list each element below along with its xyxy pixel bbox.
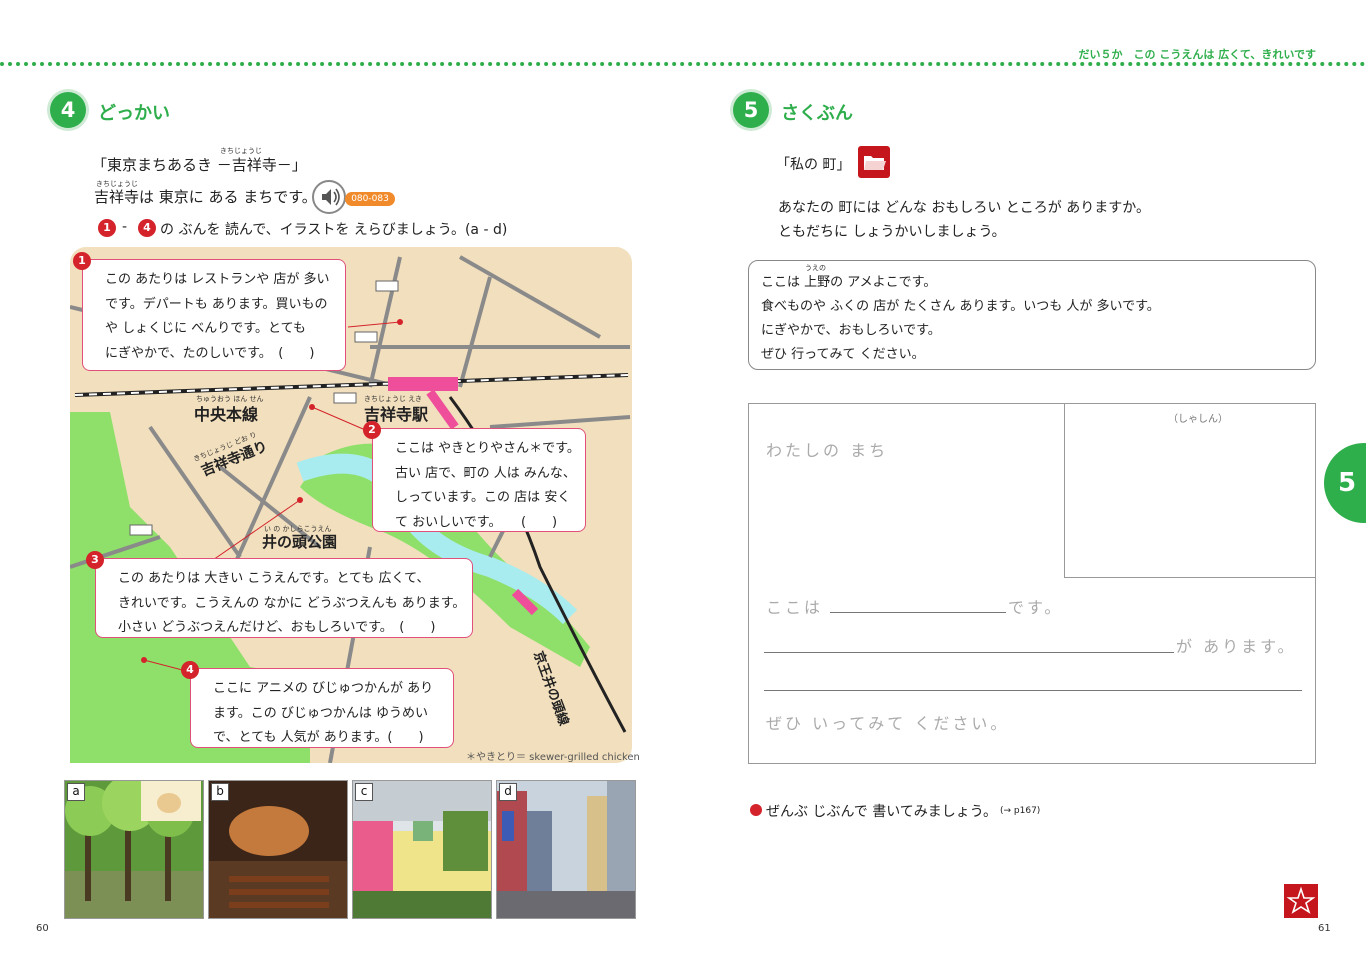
bullet-dot xyxy=(750,804,762,816)
running-head: だい５か この こうえんは 広くて、きれいです xyxy=(1078,48,1316,61)
callout-4-line: で、とても 人気が あります。( ) xyxy=(213,730,424,745)
sample-essay-box: うえの ここは 上野の アメよこです。 食べものや ふくの 店が たくさん あり… xyxy=(748,260,1316,370)
page-number-left: 60 xyxy=(36,923,49,934)
callout-1-line: にぎやかで、たのしいです。 ( ) xyxy=(105,345,315,361)
photo-slot-label: （しゃしん） xyxy=(1168,414,1228,425)
callout-4-line: ここに アニメの びじゅつかんが あり xyxy=(213,681,434,696)
sample-line: にぎやかで、おもしろいです。 xyxy=(761,323,941,338)
header-dotted-rule xyxy=(0,62,1366,66)
form-line-2-end: が あります。 xyxy=(1176,637,1297,656)
photo-d[interactable]: d xyxy=(496,780,636,919)
callout-2-line: て おいしいです。 ( ) xyxy=(395,514,558,530)
section-4-title: どっかい xyxy=(98,103,170,124)
callout-4-line: ます。この びじゅつかんは ゆうめい xyxy=(213,705,428,721)
photo-a[interactable]: a xyxy=(64,780,204,919)
section-5-badge: 5 xyxy=(733,92,769,128)
photo-c-label: c xyxy=(355,783,373,801)
speaker-glyph xyxy=(322,188,340,206)
park-label: 井の頭公園 xyxy=(262,533,338,551)
form-line-1-start: ここは xyxy=(766,598,824,617)
callout-1-num: 1 xyxy=(73,252,91,270)
instruction-num-1: 1 xyxy=(98,219,116,237)
section-4-badge: 4 xyxy=(50,92,86,128)
callout-2: 2 ここは やきとりやさん＊です。 古い 店で、町の 人は みんな、 しっていま… xyxy=(363,421,586,532)
sample-line: ぜひ 行ってみて ください。 xyxy=(761,347,925,362)
reading-title: 「東京まちあるき －吉祥寺－」 xyxy=(92,156,307,174)
essay-title: 「私の 町」 xyxy=(776,157,851,173)
callout-3-line: 小さい どうぶつえんだけど、おもしろいです。 ( ) xyxy=(118,620,436,635)
prompt-line-1: あなたの 町には どんな おもしろい ところが ありますか。 xyxy=(778,200,1150,216)
form-blank-line-3[interactable] xyxy=(764,690,1302,691)
callout-3: 3 この あたりは 大きい こうえんです。とても 広くて、 きれいです。こうえん… xyxy=(86,551,473,638)
instruction-num-4: 4 xyxy=(138,219,156,237)
yakitori-image xyxy=(209,781,347,918)
prompt-line-2: ともだちに しょうかいしましょう。 xyxy=(778,224,1006,240)
form-blank-place[interactable] xyxy=(830,612,1006,613)
photo-d-label: d xyxy=(499,783,517,801)
callout-2-line: ここは やきとりやさん＊です。 xyxy=(395,441,580,456)
page-number-right: 61 xyxy=(1318,923,1331,934)
speaker-icon[interactable] xyxy=(312,180,346,214)
intro-text: 吉祥寺は 東京に ある まちです。 xyxy=(94,188,317,206)
form-blank-feature[interactable] xyxy=(764,652,1174,653)
photo-slot[interactable] xyxy=(1064,404,1316,578)
callout-4: 4 ここに アニメの びじゅつかんが あり ます。この びじゅつかんは ゆうめい… xyxy=(181,661,454,748)
museum-image xyxy=(353,781,491,918)
photo-c[interactable]: c xyxy=(352,780,492,919)
callout-2-line: 古い 店で、町の 人は みんな、 xyxy=(395,465,576,481)
star-glyph xyxy=(1286,886,1316,914)
folder-icon[interactable] xyxy=(858,146,890,178)
instruction-dash: - xyxy=(122,219,128,235)
audio-track-label: 080-083 xyxy=(345,192,395,206)
callout-1-line: です。デパートも あります。買いもの xyxy=(105,296,328,312)
instruction-text: の ぶんを 読んで、イラストを えらびましょう。(a - d) xyxy=(160,222,508,238)
form-line-4: ぜひ いってみて ください。 xyxy=(766,714,1010,733)
callout-1: 1 この あたりは レストランや 店が 多い です。デパートも あります。買いも… xyxy=(73,252,346,371)
chuo-line-label: 中央本線 xyxy=(194,405,259,424)
sample-line: 食べものや ふくの 店が たくさん あります。いつも 人が 多いです。 xyxy=(761,299,1160,314)
form-heading: わたしの まち xyxy=(766,441,889,460)
callout-4-num: 4 xyxy=(181,661,199,679)
photo-a-label: a xyxy=(67,783,85,801)
photo-b[interactable]: b xyxy=(208,780,348,919)
callout-2-line: しっています。この 店は 安く xyxy=(395,490,571,505)
bottom-ref: (→ p167) xyxy=(1000,806,1041,816)
photo-b-label: b xyxy=(211,783,229,801)
callout-2-num: 2 xyxy=(363,421,381,439)
form-line-1-end: です。 xyxy=(1008,598,1064,617)
forest-park-image xyxy=(65,781,203,918)
chapter-tab[interactable]: 5 xyxy=(1324,443,1366,523)
footnote: ＊やきとり＝ skewer-grilled chicken xyxy=(466,752,640,763)
callout-1-line: この あたりは レストランや 店が 多い xyxy=(105,272,330,287)
shopping-street-image xyxy=(497,781,635,918)
folder-glyph xyxy=(864,156,886,170)
section-5-title: さくぶん xyxy=(781,103,853,124)
callout-1-line: や しょくじに べんりです。とても xyxy=(105,321,306,336)
callout-3-line: きれいです。こうえんの なかに どうぶつえんも あります。 xyxy=(118,595,466,611)
sample-line: ここは 上野の アメよこです。 xyxy=(761,275,937,290)
bottom-note: ぜんぶ じぶんで 書いてみましょう。 xyxy=(766,804,997,820)
star-icon xyxy=(1284,884,1318,918)
callout-3-num: 3 xyxy=(86,551,104,569)
callout-3-line: この あたりは 大きい こうえんです。とても 広くて、 xyxy=(118,571,430,586)
